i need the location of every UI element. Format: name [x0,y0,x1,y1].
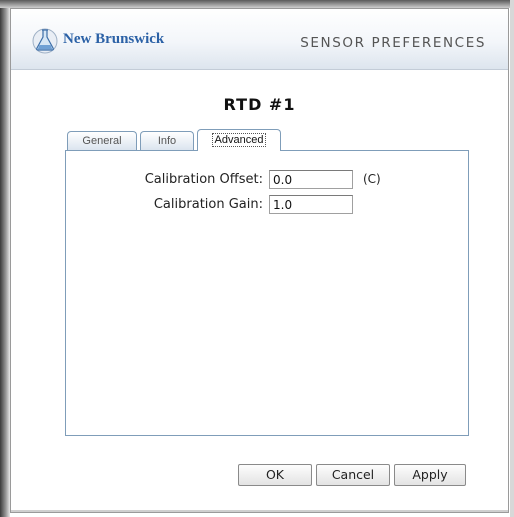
calibration-gain-label: Calibration Gain: [153,197,263,212]
sensor-preferences-dialog: New Brunswick SENSOR PREFERENCES RTD #1 … [10,8,509,513]
ok-button[interactable]: OK [238,464,312,486]
tab-advanced-label: Advanced [211,133,267,147]
tab-info-label: Info [157,135,177,147]
tab-general[interactable]: General [67,131,137,151]
calibration-offset-unit: (C) [363,172,381,186]
tab-info[interactable]: Info [140,131,194,151]
tab-general-label: General [82,135,122,147]
calibration-gain-input[interactable] [269,195,353,214]
calibration-offset-input[interactable] [269,170,353,189]
dialog-header: New Brunswick SENSOR PREFERENCES [11,9,508,70]
flask-icon [32,28,58,54]
sensor-title: RTD #1 [223,95,296,114]
dialog-title: SENSOR PREFERENCES [300,35,486,51]
window-top-edge [0,0,514,8]
cancel-button[interactable]: Cancel [316,464,390,486]
dialog-bottom-divider [11,510,508,512]
advanced-tab-panel: Calibration Offset: (C) Calibration Gain… [65,150,469,436]
apply-button[interactable]: Apply [394,464,466,486]
window-right-edge [510,0,514,517]
calibration-offset-label: Calibration Offset: [144,172,263,187]
brand-name: New Brunswick [63,31,165,47]
window-left-edge [0,0,10,517]
tab-advanced[interactable]: Advanced [197,129,281,151]
